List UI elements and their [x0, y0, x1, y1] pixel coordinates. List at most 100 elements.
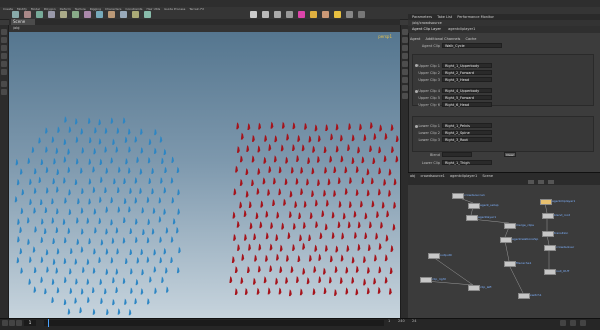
lower-clip-field[interactable]: Right_2_Spine [442, 130, 492, 135]
tab-take-list[interactable]: Take List [437, 15, 452, 19]
lower-clip-field[interactable]: Right_3_Root [442, 137, 492, 142]
spot-light-icon[interactable] [274, 11, 281, 18]
portal-light-icon[interactable] [346, 11, 353, 18]
upper-clip-field[interactable]: Right_4_Upperbody [442, 88, 492, 93]
play-reverse-icon[interactable] [2, 320, 8, 326]
switcher-icon[interactable] [358, 11, 365, 18]
play-icon[interactable] [9, 320, 15, 326]
crowd-agent [259, 221, 263, 229]
sky-light-icon[interactable] [310, 11, 317, 18]
snap-icon[interactable] [1, 89, 7, 95]
tube-icon[interactable] [36, 11, 43, 18]
spray-paint-icon[interactable] [132, 11, 139, 18]
font-icon[interactable] [144, 11, 151, 18]
agent-clip-field[interactable]: Walk_Cycle [442, 43, 502, 48]
path-icon[interactable] [120, 11, 127, 18]
box-icon[interactable] [12, 11, 19, 18]
crowd-agent [130, 287, 133, 294]
shelf-tab[interactable]: Guide Process [164, 7, 185, 11]
crowd-agent [52, 237, 55, 244]
tab-agent[interactable]: Agent [410, 37, 420, 41]
sun-icon[interactable] [334, 11, 341, 18]
grid-icon[interactable] [60, 11, 67, 18]
network-node[interactable] [518, 293, 530, 299]
network-node[interactable] [504, 223, 516, 229]
circle-icon[interactable] [96, 11, 103, 18]
timeline-cursor[interactable] [48, 319, 49, 327]
null-icon[interactable] [72, 11, 79, 18]
tab-additional-channels[interactable]: Additional Channels [426, 37, 461, 41]
torus-icon[interactable] [48, 11, 55, 18]
scale-tool-icon[interactable] [1, 53, 7, 59]
network-node[interactable] [452, 193, 464, 199]
network-node[interactable] [428, 253, 440, 259]
scene-viewport[interactable]: persp1 [9, 32, 400, 318]
network-node[interactable] [544, 245, 556, 251]
curve-icon[interactable] [108, 11, 115, 18]
line-icon[interactable] [84, 11, 91, 18]
tab-cache[interactable]: Cache [466, 37, 477, 41]
crowd-agent [33, 286, 37, 293]
node-name-field[interactable]: agentcliplayer1 [448, 27, 475, 31]
blend-field[interactable] [442, 152, 472, 157]
start-frame[interactable]: 1 [388, 319, 390, 323]
fps-label[interactable]: 24 [412, 319, 416, 323]
light-icon[interactable] [262, 11, 269, 18]
upper-clip-field[interactable]: Right_1_Upperbody [442, 63, 492, 68]
parameter-path[interactable]: /obj/crowdsource [412, 21, 442, 25]
select-tool-icon[interactable] [1, 29, 7, 35]
network-node[interactable] [420, 277, 432, 283]
pose-tool-icon[interactable] [1, 69, 7, 75]
network-node[interactable] [544, 269, 556, 275]
net-tab[interactable]: agentcliplayer1 [450, 174, 477, 178]
keys-icon[interactable] [560, 320, 566, 326]
network-node[interactable] [468, 285, 480, 291]
grid-toggle-icon[interactable] [538, 180, 544, 184]
crowd-agent [172, 217, 176, 225]
crowd-agent [129, 267, 133, 275]
lower-clip-field[interactable]: Right_1_Pelvis [442, 123, 492, 128]
lower-clip-field[interactable]: Right_1_Thigh [442, 160, 492, 165]
network-node-selected[interactable] [540, 199, 552, 205]
move-tool-icon[interactable] [1, 37, 7, 43]
layout-icon[interactable] [548, 180, 554, 184]
network-editor[interactable]: crowdsource1 agent_setup agentcliplayer1… [408, 185, 600, 318]
net-tab[interactable]: crowdsource1 [420, 174, 444, 178]
network-node[interactable] [466, 215, 478, 221]
network-node[interactable] [542, 231, 554, 237]
area-light-icon[interactable] [286, 11, 293, 18]
network-node[interactable] [500, 237, 512, 243]
net-tab[interactable]: obj [410, 174, 415, 178]
crowd-agent [353, 231, 357, 239]
step-forward-icon[interactable] [16, 320, 22, 326]
rotate-tool-icon[interactable] [1, 45, 7, 51]
upper-clip-field[interactable]: Right_6_Head [442, 102, 492, 107]
current-frame-field[interactable]: 1 [24, 320, 36, 326]
net-tab[interactable]: Scene [482, 174, 493, 178]
environment-light-icon[interactable] [322, 11, 329, 18]
network-node[interactable] [542, 213, 554, 219]
upper-clip-field[interactable]: Right_2_Forward [442, 70, 492, 75]
upper-clip-field[interactable]: Right_3_Head [442, 77, 492, 82]
timeline-track[interactable] [44, 320, 384, 326]
crowd-agent [275, 233, 279, 241]
network-node[interactable] [468, 203, 480, 209]
realtime-icon[interactable] [580, 320, 586, 326]
end-frame[interactable]: 240 [398, 319, 405, 323]
tab-performance-monitor[interactable]: Performance Monitor [457, 15, 494, 19]
geometry-light-icon[interactable] [298, 11, 305, 18]
network-node[interactable] [504, 261, 516, 267]
view-tool-icon[interactable] [1, 81, 7, 87]
viewport-path[interactable]: /obj [13, 26, 20, 30]
sound-icon[interactable] [570, 320, 576, 326]
camera-icon[interactable] [250, 11, 257, 18]
camera-label[interactable]: persp1 [378, 34, 392, 39]
sphere-icon[interactable] [24, 11, 31, 18]
crowd-agent [91, 286, 95, 294]
shelf-tab[interactable]: Terrain FX [189, 7, 204, 11]
tab-parameters[interactable]: Parameters [412, 15, 432, 19]
upper-clip-field[interactable]: Right_5_Forward [442, 95, 492, 100]
handle-tool-icon[interactable] [1, 61, 7, 67]
network-menu-icon[interactable] [528, 180, 534, 184]
clear-button[interactable]: Clear [504, 152, 516, 157]
